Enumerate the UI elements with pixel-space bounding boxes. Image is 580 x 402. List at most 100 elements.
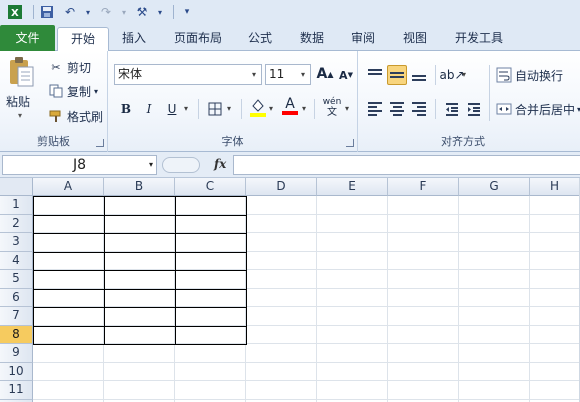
alignment-group: ab↗ ▾ 自动换行 合并后居中 ▾ 对齐方式 <box>358 51 580 152</box>
cut-button[interactable]: ✂ 剪切 <box>48 58 91 76</box>
row-header-2[interactable]: 2 <box>0 214 33 233</box>
undo-icon[interactable]: ↶ <box>61 3 79 21</box>
increase-font-size-icon[interactable]: A ▲ <box>315 64 335 84</box>
undo-dropdown-icon[interactable]: ▾ <box>84 3 92 21</box>
align-separator <box>489 65 490 121</box>
borders-icon[interactable] <box>205 99 225 119</box>
paste-icon[interactable] <box>7 56 35 88</box>
row-header-7[interactable]: 7 <box>0 307 33 326</box>
name-box-dropdown-icon[interactable]: ▾ <box>149 156 153 174</box>
align-center-icon[interactable] <box>387 99 407 119</box>
wrap-text-button[interactable]: 自动换行 <box>496 66 563 84</box>
row-header-9[interactable]: 9 <box>0 344 33 363</box>
grid-column-line <box>316 196 317 402</box>
tab-insert[interactable]: 插入 <box>112 27 156 51</box>
column-header-b[interactable]: B <box>104 178 175 196</box>
tab-view[interactable]: 视图 <box>393 27 437 51</box>
decrease-indent-icon[interactable] <box>442 99 462 119</box>
qat-separator <box>33 5 34 19</box>
tab-file[interactable]: 文件 <box>0 25 55 51</box>
paste-button[interactable]: 粘贴 <box>6 93 30 110</box>
tab-formulas[interactable]: 公式 <box>238 27 282 51</box>
font-size-dropdown-icon[interactable]: ▾ <box>296 65 310 84</box>
range-border-horizontal <box>33 214 246 216</box>
formula-bar-splitter[interactable] <box>162 157 200 173</box>
decrease-font-size-icon[interactable]: A ▼ <box>336 65 356 85</box>
wrap-text-icon <box>496 67 512 83</box>
copy-dropdown-icon[interactable]: ▾ <box>94 87 98 96</box>
paste-dropdown-icon[interactable]: ▾ <box>18 111 22 120</box>
merge-center-label: 合并后居中 <box>515 102 576 117</box>
scissors-icon: ✂ <box>51 60 61 74</box>
italic-button[interactable]: I <box>139 99 159 119</box>
borders-dropdown-icon[interactable]: ▾ <box>227 104 231 113</box>
tab-home[interactable]: 开始 <box>57 27 109 52</box>
fill-color-dropdown-icon[interactable]: ▾ <box>269 104 273 113</box>
row-header-8[interactable]: 8 <box>0 325 33 344</box>
font-color-icon[interactable]: A <box>280 96 300 116</box>
column-header-c[interactable]: C <box>175 178 246 196</box>
row-header-5[interactable]: 5 <box>0 270 33 289</box>
column-header-a[interactable]: A <box>33 178 104 196</box>
phonetic-dropdown-icon[interactable]: ▾ <box>345 104 349 113</box>
orientation-dropdown-icon[interactable]: ▾ <box>462 70 466 79</box>
column-header-g[interactable]: G <box>459 178 530 196</box>
row-header-3[interactable]: 3 <box>0 233 33 252</box>
row-header-1[interactable]: 1 <box>0 196 33 215</box>
font-launcher-icon[interactable] <box>346 139 354 147</box>
tab-developer[interactable]: 开发工具 <box>446 27 512 51</box>
orientation-icon[interactable]: ab↗ <box>439 65 464 85</box>
tools-icon[interactable]: ⚒ <box>133 3 151 21</box>
row-header-4[interactable]: 4 <box>0 251 33 270</box>
grid-row-line <box>33 361 580 363</box>
bold-button[interactable]: B <box>116 99 136 119</box>
grid-row-line <box>33 380 580 381</box>
copy-button[interactable]: 复制 ▾ <box>48 82 98 100</box>
tab-page-layout[interactable]: 页面布局 <box>165 27 231 51</box>
insert-function-icon[interactable]: fx <box>214 157 226 171</box>
font-color-swatch <box>282 111 298 115</box>
save-icon[interactable] <box>38 3 56 21</box>
font-separator <box>198 99 199 119</box>
tools-dropdown-icon[interactable]: ▾ <box>156 3 164 21</box>
font-separator <box>241 99 242 119</box>
align-right-icon[interactable] <box>409 99 429 119</box>
tab-review[interactable]: 审阅 <box>341 27 385 51</box>
row-header-10[interactable]: 10 <box>0 362 33 381</box>
column-header-h[interactable]: H <box>530 178 580 196</box>
tab-data[interactable]: 数据 <box>290 27 334 51</box>
range-border-horizontal <box>33 270 246 271</box>
column-header-e[interactable]: E <box>317 178 388 196</box>
customize-qat-icon[interactable]: ▾ <box>178 3 196 21</box>
font-name-combo[interactable]: 宋体 ▾ <box>114 64 262 85</box>
clipboard-launcher-icon[interactable] <box>96 139 104 147</box>
align-bottom-icon[interactable] <box>409 65 429 85</box>
name-box-value: J8 <box>72 157 87 173</box>
row-header-11[interactable]: 11 <box>0 381 33 400</box>
column-header-f[interactable]: F <box>388 178 459 196</box>
underline-dropdown-icon[interactable]: ▾ <box>184 104 188 113</box>
formula-input[interactable] <box>233 155 580 175</box>
align-middle-icon[interactable] <box>387 65 407 85</box>
name-box[interactable]: J8 ▾ <box>2 155 157 175</box>
column-header-d[interactable]: D <box>246 178 317 196</box>
format-painter-button[interactable]: 格式刷 <box>48 107 103 125</box>
range-border-horizontal <box>33 251 246 253</box>
redo-icon[interactable]: ↷ <box>97 3 115 21</box>
select-all-corner[interactable] <box>0 178 33 196</box>
align-left-icon[interactable] <box>365 99 385 119</box>
phonetic-guide-icon[interactable]: wén 文 <box>320 95 344 121</box>
font-color-letter: A <box>285 96 295 112</box>
fill-color-icon[interactable] <box>248 97 268 117</box>
merge-center-button[interactable]: 合并后居中 ▾ <box>496 100 580 118</box>
phonetic-guide-text: wén <box>322 97 342 107</box>
font-color-dropdown-icon[interactable]: ▾ <box>302 104 306 113</box>
increase-indent-icon[interactable] <box>464 99 484 119</box>
font-size-combo[interactable]: 11 ▾ <box>265 64 311 85</box>
align-top-icon[interactable] <box>365 65 385 85</box>
redo-dropdown-icon[interactable]: ▾ <box>120 3 128 21</box>
worksheet-grid[interactable]: ABCDEFGH123456789101112 <box>0 178 580 402</box>
row-header-6[interactable]: 6 <box>0 288 33 307</box>
font-name-dropdown-icon[interactable]: ▾ <box>247 65 261 84</box>
underline-button[interactable]: U <box>162 99 182 119</box>
